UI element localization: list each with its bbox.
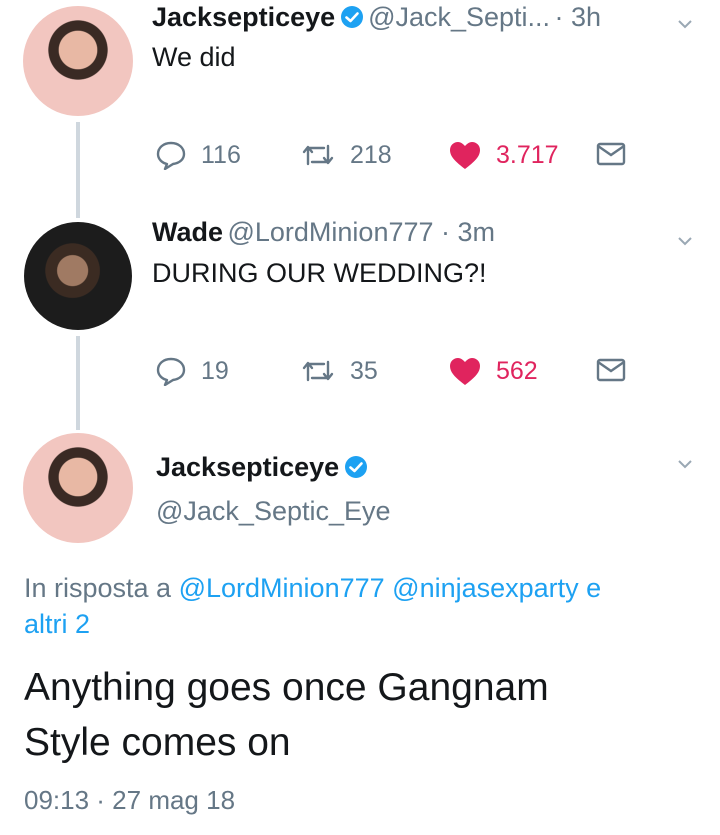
tweet-header: Wade @LordMinion777 · 3m	[152, 217, 652, 251]
author-name[interactable]: Wade	[152, 217, 223, 247]
avatar[interactable]	[23, 433, 133, 543]
author-handle[interactable]: @LordMinion777 · 3m	[227, 217, 495, 247]
verified-icon	[340, 5, 364, 34]
message-button[interactable]	[596, 358, 640, 382]
main-author: Jacksepticeye	[156, 452, 368, 484]
thread-line	[76, 336, 80, 430]
avatar[interactable]	[23, 6, 133, 116]
reply-count: 116	[201, 140, 241, 169]
tweet-text-line: Anything goes once Gangnam	[24, 666, 549, 709]
timestamp[interactable]: 09:13 · 27 mag 18	[24, 785, 235, 816]
like-button[interactable]: 3.717	[448, 140, 559, 170]
tweet-header: Jacksepticeye @Jack_Septi... · 3h	[152, 2, 672, 36]
chevron-down-icon[interactable]	[676, 232, 694, 250]
retweet-count: 218	[350, 140, 392, 169]
reply-count: 19	[201, 356, 229, 385]
reply-icon	[156, 357, 186, 386]
tweet-time: · 3h	[554, 2, 602, 32]
author-name[interactable]: Jacksepticeye	[156, 452, 339, 482]
author-handle[interactable]: @Jack_Septic_Eye	[156, 496, 391, 527]
tweet-text: We did	[152, 42, 236, 72]
reply-more-link[interactable]: altri 2	[24, 606, 684, 642]
avatar[interactable]	[24, 222, 132, 330]
author-handle[interactable]: @Jack_Septi...	[368, 2, 550, 32]
mention-link[interactable]: @LordMinion777	[179, 573, 385, 603]
tweet-text: DURING OUR WEDDING?!	[152, 258, 487, 288]
chevron-down-icon[interactable]	[676, 15, 694, 33]
tweet-text-line: Style comes on	[24, 721, 291, 764]
mention-link[interactable]: @ninjasexparty e	[392, 573, 601, 603]
like-count: 3.717	[496, 140, 559, 169]
thread-line	[76, 122, 80, 218]
heart-icon	[450, 142, 480, 169]
retweet-icon	[302, 360, 334, 382]
chevron-down-icon[interactable]	[676, 455, 694, 473]
retweet-button[interactable]: 218	[300, 140, 392, 170]
message-icon	[596, 142, 626, 166]
reply-icon	[156, 141, 186, 170]
message-icon	[596, 358, 626, 382]
retweet-button[interactable]: 35	[300, 356, 378, 386]
author-name[interactable]: Jacksepticeye	[152, 2, 335, 32]
retweet-count: 35	[350, 356, 378, 385]
main-tweet-text: Anything goes once Gangnam Style comes o…	[24, 660, 549, 770]
message-button[interactable]	[596, 142, 640, 166]
retweet-icon	[302, 144, 334, 166]
like-count: 562	[496, 356, 538, 385]
reply-prefix: In risposta a	[24, 573, 172, 603]
verified-icon	[344, 455, 368, 484]
like-button[interactable]: 562	[448, 356, 538, 386]
reply-button[interactable]: 19	[155, 356, 229, 386]
heart-icon	[450, 358, 480, 385]
reply-context: In risposta a @LordMinion777 @ninjasexpa…	[24, 570, 684, 642]
reply-button[interactable]: 116	[155, 140, 241, 170]
